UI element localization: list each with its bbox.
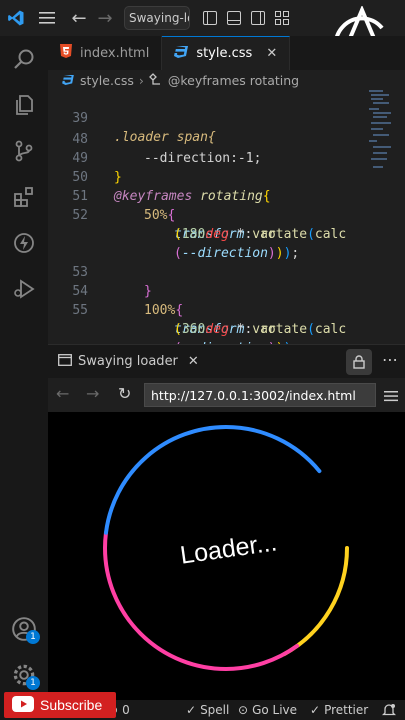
go-live-item[interactable]: ⊙ Go Live bbox=[238, 700, 297, 720]
browser-preview-icon bbox=[58, 353, 72, 370]
tab-style-css[interactable]: style.css ✕ bbox=[162, 36, 291, 70]
browser-toolbar: ← → ↻ http://127.0.0.1:3002/index.html bbox=[48, 378, 405, 412]
notifications-bell-icon[interactable] bbox=[382, 700, 396, 720]
explorer-search-icon[interactable] bbox=[0, 36, 48, 82]
code-line-wrap: (360deg * var bbox=[48, 301, 368, 337]
loader-text: Loader... bbox=[178, 527, 279, 570]
code-line: 54 100%{ bbox=[48, 263, 368, 318]
code-line: 48 --direction:-1; bbox=[48, 111, 368, 166]
extensions-icon[interactable] bbox=[0, 174, 48, 220]
account-badge: 1 bbox=[26, 630, 40, 644]
minimap[interactable] bbox=[369, 90, 391, 190]
code-line: 53 } bbox=[48, 244, 368, 299]
menu-icon[interactable] bbox=[32, 0, 62, 36]
url-input[interactable]: http://127.0.0.1:3002/index.html bbox=[144, 383, 376, 407]
code-line: 51 50%{ bbox=[48, 168, 368, 223]
toggle-panel-icon[interactable] bbox=[222, 0, 246, 36]
css-icon bbox=[174, 45, 189, 62]
code-line: 52 transform: rotate(calc bbox=[48, 187, 368, 242]
more-actions-icon[interactable]: ⋯ bbox=[378, 349, 402, 375]
command-center-search[interactable]: Swaying-loa bbox=[124, 6, 190, 30]
code-line: 39 .loader span{ bbox=[48, 90, 368, 145]
code-line-wrap: (--direction))); bbox=[48, 320, 368, 344]
toggle-secondary-sidebar-icon[interactable] bbox=[246, 0, 270, 36]
code-editor[interactable]: 39 .loader span{ 48 --direction:-1; 49 }… bbox=[48, 90, 405, 344]
lock-icon[interactable] bbox=[346, 349, 372, 375]
tab-label: style.css bbox=[196, 46, 253, 61]
live-server-icon[interactable] bbox=[0, 220, 48, 266]
youtube-play-icon bbox=[12, 695, 34, 715]
activity-bar: 1 1 bbox=[0, 36, 48, 720]
close-browser-icon[interactable]: ✕ bbox=[188, 354, 199, 369]
reload-icon[interactable]: ↻ bbox=[118, 384, 131, 403]
check-icon: ✓ bbox=[186, 703, 197, 717]
browser-menu-icon[interactable] bbox=[384, 387, 398, 406]
forward-arrow-icon[interactable]: → bbox=[92, 8, 118, 29]
browser-tab-title: Swaying loader bbox=[78, 354, 178, 369]
browser-back-icon[interactable]: ← bbox=[56, 384, 69, 403]
browser-tab[interactable]: Swaying loader ✕ bbox=[58, 353, 199, 370]
source-control-icon[interactable] bbox=[0, 128, 48, 174]
tab-index-html[interactable]: index.html bbox=[48, 36, 163, 70]
code-line: 49 } bbox=[48, 130, 368, 185]
toggle-primary-sidebar-icon[interactable] bbox=[198, 0, 222, 36]
prettier-item[interactable]: ✓ Prettier bbox=[310, 700, 368, 720]
breadcrumb-symbol[interactable]: @keyframes rotating bbox=[168, 73, 299, 88]
settings-badge: 1 bbox=[26, 676, 40, 690]
browser-preview[interactable]: Loader... bbox=[48, 412, 405, 700]
code-line: 55 transform: rotate(calc bbox=[48, 282, 368, 337]
css-icon bbox=[62, 73, 74, 88]
subscribe-button[interactable]: Subscribe bbox=[4, 692, 116, 718]
breadcrumb: style.css › @keyframes rotating bbox=[48, 70, 405, 90]
chevron-right-icon: › bbox=[138, 72, 144, 88]
code-line-wrap: (180deg * var bbox=[48, 206, 368, 242]
simple-browser-header: Swaying loader ✕ ⋯ bbox=[48, 344, 405, 378]
spell-check-item[interactable]: ✓ Spell bbox=[186, 700, 229, 720]
run-debug-icon[interactable] bbox=[0, 266, 48, 312]
browser-forward-icon[interactable]: → bbox=[86, 384, 99, 403]
vscode-logo-icon[interactable] bbox=[0, 0, 32, 36]
explorer-files-icon[interactable] bbox=[0, 82, 48, 128]
back-arrow-icon[interactable]: ← bbox=[66, 8, 92, 29]
broadcast-icon: ⊙ bbox=[238, 703, 249, 717]
account-icon[interactable]: 1 bbox=[0, 606, 48, 652]
breadcrumb-file[interactable]: style.css bbox=[80, 73, 134, 88]
double-check-icon: ✓ bbox=[310, 703, 321, 717]
close-tab-icon[interactable]: ✕ bbox=[266, 46, 277, 61]
editor-tabs: index.html style.css ✕ bbox=[48, 36, 405, 70]
code-line: 50 @keyframes rotating{ bbox=[48, 149, 368, 204]
html5-icon bbox=[60, 44, 72, 62]
symbol-keyframes-icon bbox=[148, 72, 163, 88]
code-line-wrap: (--direction))); bbox=[48, 225, 368, 261]
customize-layout-icon[interactable] bbox=[270, 0, 294, 36]
tab-label: index.html bbox=[80, 45, 150, 61]
